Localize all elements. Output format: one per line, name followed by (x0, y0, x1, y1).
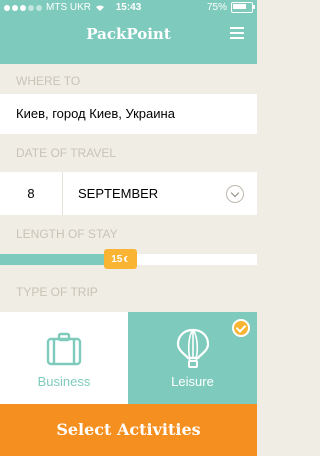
nights-count: 15 (111, 253, 123, 265)
leisure-label: Leisure (171, 374, 214, 389)
chevron-down-icon[interactable] (226, 185, 244, 203)
business-label: Business (37, 374, 91, 389)
length-of-stay-label: LENGTH OF STAY (0, 215, 257, 253)
selected-check-icon (232, 319, 250, 337)
briefcase-icon (46, 332, 82, 366)
status-bar: MTS UKR 15:43 75% (0, 0, 257, 18)
hot-air-balloon-icon (176, 328, 210, 368)
destination-field[interactable]: Киев, город Киев, Украина (0, 94, 257, 134)
date-of-travel-label: DATE OF TRAVEL (0, 134, 257, 172)
moon-icon (126, 256, 132, 262)
where-to-label: WHERE TO (0, 64, 257, 98)
date-day-picker[interactable]: 8 (0, 172, 63, 215)
app-title: PackPoint (86, 25, 171, 43)
battery-icon (231, 2, 255, 13)
slider-thumb[interactable]: 15 (104, 249, 138, 269)
battery-percent: 75% (206, 2, 227, 13)
type-of-trip-label: TYPE OF TRIP (0, 272, 257, 312)
slider-fill (0, 254, 121, 265)
select-activities-button[interactable]: Select Activities (0, 404, 257, 456)
menu-icon[interactable] (230, 27, 244, 39)
